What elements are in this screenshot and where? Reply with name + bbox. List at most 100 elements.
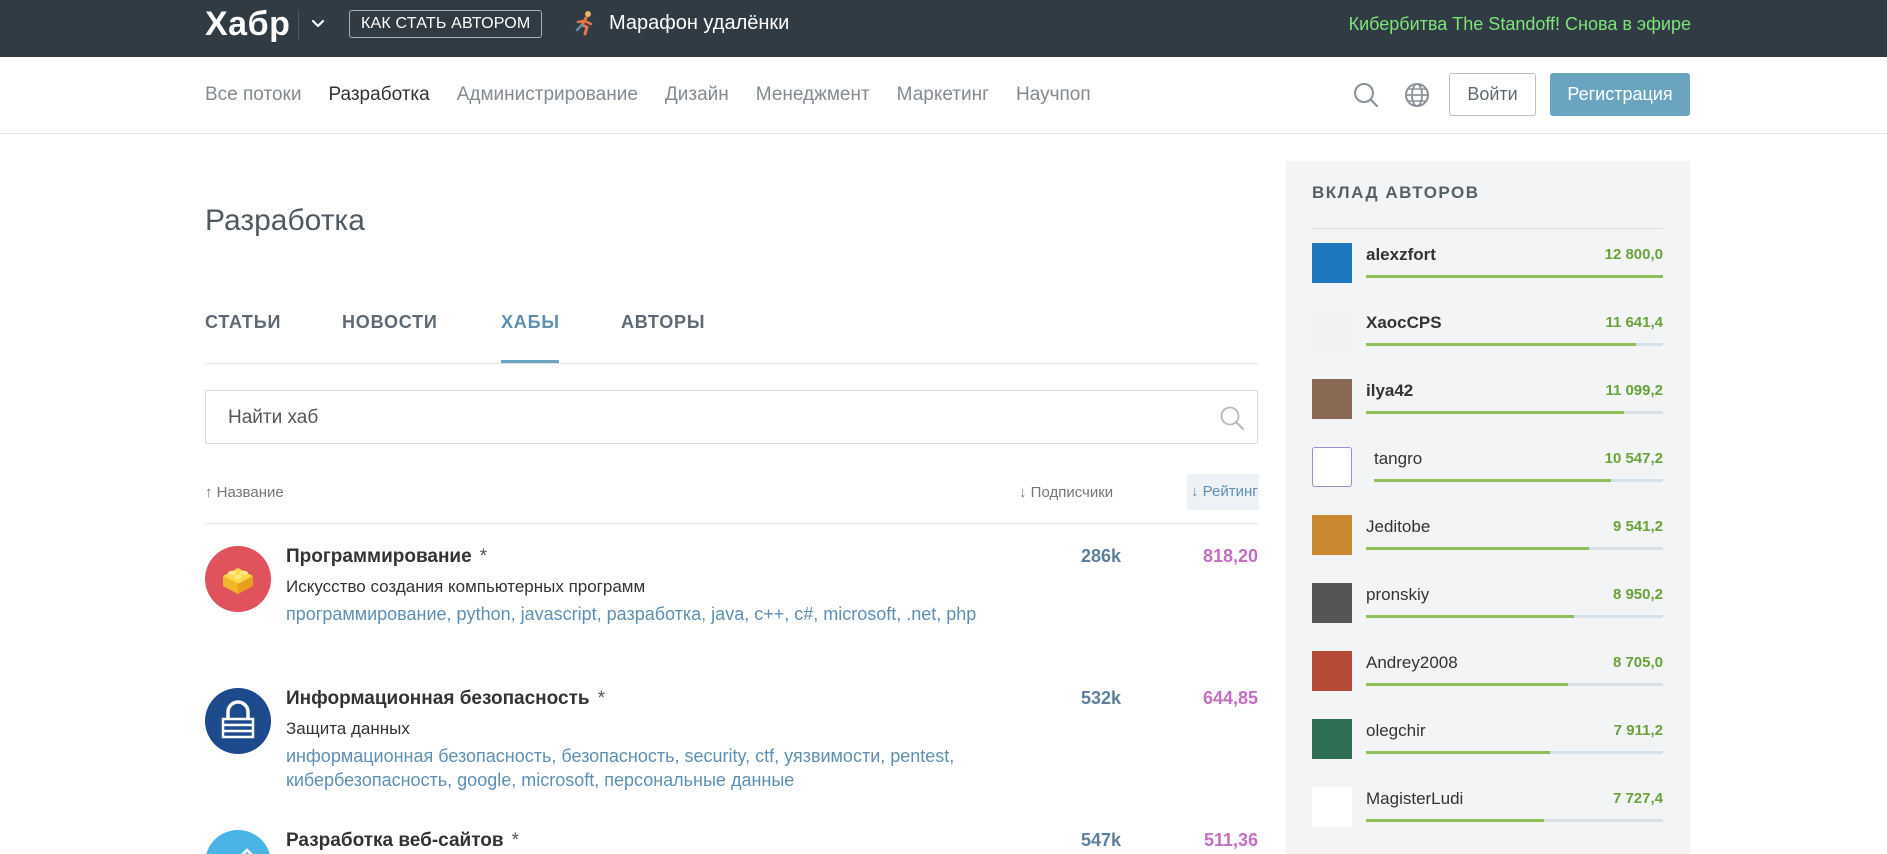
sidebar-divider bbox=[1312, 228, 1663, 229]
author-score: 11 099,2 bbox=[1605, 382, 1663, 399]
author-row: pronskiy 8 950,2 bbox=[1312, 581, 1663, 631]
top-bar: Хабр КАК СТАТЬ АВТОРОМ Марафон удалёнки … bbox=[0, 0, 1887, 57]
avatar[interactable] bbox=[1312, 311, 1352, 351]
author-contribution-bar-fill bbox=[1366, 547, 1589, 550]
author-contribution-bar-fill bbox=[1366, 275, 1663, 278]
tab-authors[interactable]: АВТОРЫ bbox=[621, 312, 705, 333]
author-contribution-bar-fill bbox=[1366, 615, 1574, 618]
nav-link-popsci[interactable]: Научпоп bbox=[1016, 84, 1091, 106]
author-score: 8 705,0 bbox=[1612, 654, 1663, 671]
register-button[interactable]: Регистрация bbox=[1550, 73, 1690, 116]
habr-logo[interactable]: Хабр bbox=[205, 5, 290, 44]
search-icon[interactable] bbox=[1219, 405, 1245, 431]
tab-news[interactable]: НОВОСТИ bbox=[342, 312, 438, 333]
author-contribution-bar-fill bbox=[1366, 819, 1545, 822]
nav-link-management[interactable]: Менеджмент bbox=[756, 84, 870, 106]
hub-description: Защита данных bbox=[286, 719, 410, 738]
avatar[interactable] bbox=[1312, 583, 1352, 623]
hub-item: Информационная безопасность * Защита данн… bbox=[205, 678, 1258, 820]
hub-item: Программирование * Искусство создания ком… bbox=[205, 536, 1258, 678]
author-contribution-bar-fill bbox=[1366, 683, 1568, 686]
hub-title[interactable]: Информационная безопасность * bbox=[286, 688, 605, 710]
hub-tags[interactable]: информационная безопасность, безопасност… bbox=[286, 744, 986, 792]
hub-title[interactable]: Разработка веб-сайтов * bbox=[286, 830, 519, 852]
author-contribution-bar-fill bbox=[1366, 343, 1637, 346]
author-name[interactable]: Jeditobe bbox=[1366, 517, 1430, 537]
logo-divider bbox=[298, 10, 299, 40]
sort-by-name[interactable]: ↑ Название bbox=[205, 484, 284, 501]
author-name[interactable]: XaocCPS bbox=[1366, 313, 1442, 333]
runner-icon bbox=[575, 11, 593, 36]
hub-search-placeholder: Найти хаб bbox=[228, 407, 319, 428]
tab-articles[interactable]: СТАТЬИ bbox=[205, 312, 281, 333]
lego-brick-icon bbox=[223, 568, 253, 594]
sidebar-title: ВКЛАД АВТОРОВ bbox=[1312, 183, 1480, 202]
author-contribution-bar bbox=[1366, 275, 1663, 278]
author-contribution-bar-fill bbox=[1366, 411, 1625, 414]
hub-title[interactable]: Программирование * bbox=[286, 546, 487, 568]
author-row: alexzfort 12 800,0 bbox=[1312, 241, 1663, 291]
author-contribution-bar-fill bbox=[1374, 479, 1611, 482]
hub-icon-webdev[interactable] bbox=[205, 830, 271, 854]
become-author-button[interactable]: КАК СТАТЬ АВТОРОМ bbox=[349, 10, 543, 38]
author-contribution-bar bbox=[1366, 683, 1663, 686]
author-row: Jeditobe 9 541,2 bbox=[1312, 513, 1663, 563]
tab-hubs[interactable]: ХАБЫ bbox=[501, 312, 560, 333]
hub-subscribers: 286k bbox=[1081, 546, 1122, 566]
search-icon[interactable] bbox=[1352, 81, 1380, 109]
author-score: 7 727,4 bbox=[1612, 790, 1663, 807]
author-contribution-bar bbox=[1366, 819, 1663, 822]
author-row: MagisterLudi 7 727,4 bbox=[1312, 785, 1663, 835]
author-score: 12 800,0 bbox=[1604, 246, 1663, 263]
avatar[interactable] bbox=[1312, 515, 1352, 555]
nav-link-development[interactable]: Разработка bbox=[328, 84, 429, 106]
sort-by-subscribers[interactable]: ↓ Подписчики bbox=[1019, 484, 1113, 501]
avatar[interactable] bbox=[1312, 787, 1352, 827]
hub-icon-programming[interactable] bbox=[205, 546, 271, 612]
chevron-down-icon[interactable] bbox=[308, 14, 328, 34]
authors-contribution-sidebar: ВКЛАД АВТОРОВ alexzfort 12 800,0 XaocCPS 11… bbox=[1286, 161, 1690, 854]
author-name[interactable]: ilya42 bbox=[1366, 381, 1413, 401]
author-name[interactable]: pronskiy bbox=[1366, 585, 1429, 605]
nav-bar: Все потоки Разработка Администрирование … bbox=[0, 57, 1887, 134]
author-name[interactable]: alexzfort bbox=[1366, 245, 1436, 265]
login-button[interactable]: Войти bbox=[1449, 73, 1536, 116]
avatar[interactable] bbox=[1312, 651, 1352, 691]
author-score: 10 547,2 bbox=[1604, 450, 1663, 467]
active-tab-indicator bbox=[501, 360, 559, 363]
hub-icon-infosec[interactable] bbox=[205, 688, 271, 754]
hub-item: Разработка веб-сайтов * 547k 511,36 bbox=[205, 820, 1258, 854]
nav-link-design[interactable]: Дизайн bbox=[665, 84, 729, 106]
pencil-icon bbox=[241, 848, 253, 854]
author-name[interactable]: Andrey2008 bbox=[1366, 653, 1458, 673]
hub-rating: 511,36 bbox=[1203, 830, 1258, 850]
hub-tags[interactable]: программирование, python, javascript, ра… bbox=[286, 602, 986, 626]
hub-subscribers: 547k bbox=[1081, 830, 1122, 850]
hub-profile-star: * bbox=[511, 830, 519, 851]
marathon-link[interactable]: Марафон удалёнки bbox=[609, 12, 789, 35]
avatar[interactable] bbox=[1312, 379, 1352, 419]
avatar[interactable] bbox=[1312, 447, 1352, 487]
author-row: ilya42 11 099,2 bbox=[1312, 377, 1663, 427]
lock-icon bbox=[221, 700, 255, 739]
author-contribution-bar bbox=[1374, 479, 1663, 482]
author-contribution-bar bbox=[1366, 411, 1663, 414]
hub-list-header: ↑ Название ↓ Подписчики ↓ Рейтинг bbox=[205, 474, 1259, 524]
promo-link[interactable]: Кибербитва The Standoff! Снова в эфире bbox=[1349, 14, 1691, 35]
nav-links: Все потоки Разработка Администрирование … bbox=[205, 84, 1118, 106]
page-title: Разработка bbox=[205, 204, 365, 237]
hub-search-input[interactable]: Найти хаб bbox=[205, 390, 1258, 444]
avatar[interactable] bbox=[1312, 719, 1352, 759]
globe-icon[interactable] bbox=[1403, 81, 1431, 109]
author-name[interactable]: tangro bbox=[1374, 449, 1422, 469]
avatar[interactable] bbox=[1312, 243, 1352, 283]
hub-rating: 818,20 bbox=[1202, 546, 1258, 566]
author-name[interactable]: MagisterLudi bbox=[1366, 789, 1463, 809]
sort-by-rating[interactable]: ↓ Рейтинг bbox=[1187, 474, 1259, 510]
author-contribution-bar bbox=[1366, 751, 1663, 754]
author-name[interactable]: olegchir bbox=[1366, 721, 1426, 741]
author-score: 7 911,2 bbox=[1613, 722, 1663, 739]
nav-link-admin[interactable]: Администрирование bbox=[457, 84, 638, 106]
nav-link-marketing[interactable]: Маркетинг bbox=[897, 84, 989, 106]
nav-link-all[interactable]: Все потоки bbox=[205, 84, 301, 106]
